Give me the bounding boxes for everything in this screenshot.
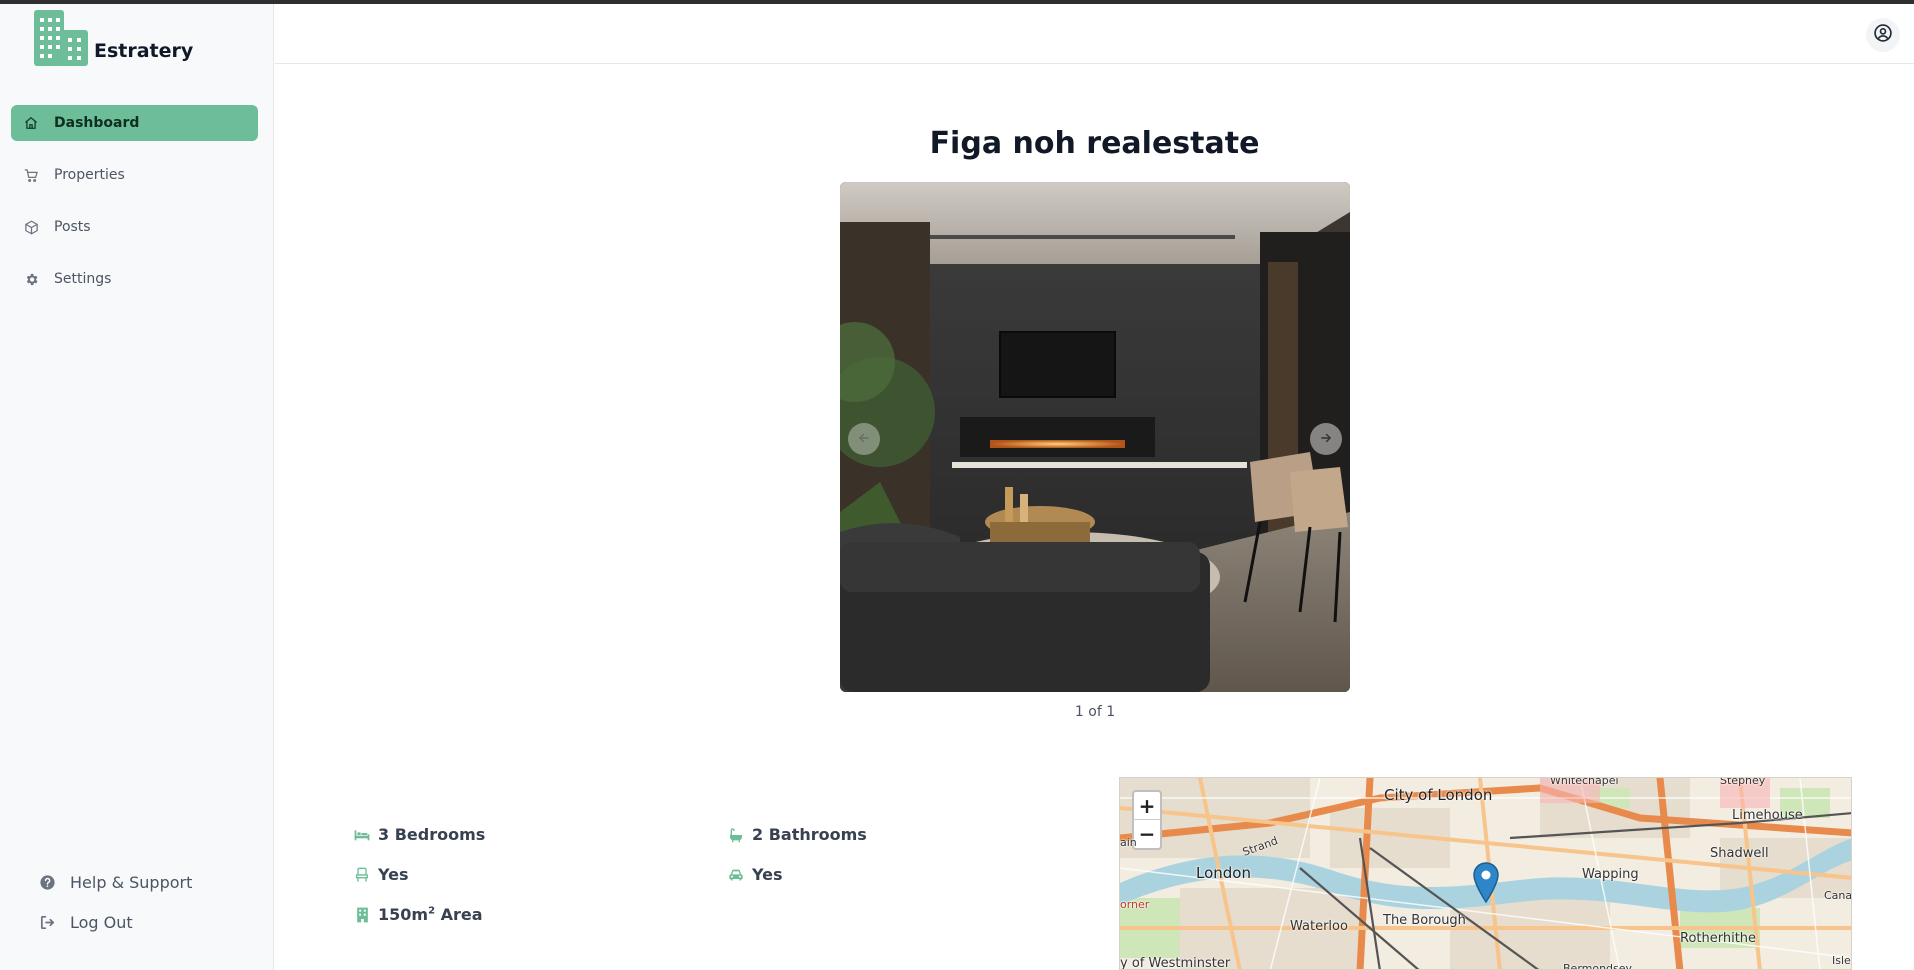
carousel-counter: 1 of 1 <box>1074 704 1116 720</box>
area-unit-sup: 2 <box>428 905 436 917</box>
parking-value: Yes <box>752 865 783 884</box>
map-label-rotherhithe: Rotherhithe <box>1680 931 1757 946</box>
building-logo-icon <box>34 10 88 66</box>
map-label-waterloo: Waterloo <box>1290 919 1348 934</box>
map-label-edge: ain <box>1120 836 1137 849</box>
bath-icon <box>728 827 744 843</box>
map-label-whitechapel: Whitechapel <box>1550 777 1619 787</box>
help-support-label: Help & Support <box>70 872 193 892</box>
map-label-city-of-london: City of London <box>1384 786 1493 804</box>
sidebar-item-label: Properties <box>54 167 125 183</box>
map-label-isle: Isle <box>1832 954 1851 967</box>
bedrooms-value: 3 Bedrooms <box>378 825 486 844</box>
sidebar-item-label: Settings <box>54 271 112 287</box>
feature-furnished: Yes <box>354 865 409 884</box>
map-label-stepney: Stepney <box>1720 777 1766 787</box>
main-nav: Dashboard Properties Posts Settings <box>11 105 258 313</box>
map-label-limehouse: Limehouse <box>1732 808 1803 823</box>
logout-icon <box>38 913 56 931</box>
map-marker-icon[interactable] <box>1472 862 1500 904</box>
bed-icon <box>354 827 370 843</box>
map-label-the-borough: The Borough <box>1383 913 1466 928</box>
property-title: Figa noh realestate <box>929 126 1260 161</box>
brand-name: Estratery <box>94 40 194 62</box>
user-account-button[interactable] <box>1866 18 1900 52</box>
zoom-out-button[interactable]: − <box>1134 820 1160 848</box>
map-label-westminster: y of Westminster <box>1120 956 1231 970</box>
feature-area: 150m2 Area <box>354 905 483 924</box>
sidebar-item-dashboard[interactable]: Dashboard <box>11 105 258 141</box>
arrow-right-icon <box>1319 430 1333 449</box>
sidebar-item-posts[interactable]: Posts <box>11 209 258 245</box>
top-header <box>275 4 1914 64</box>
bathrooms-value: 2 Bathrooms <box>752 825 867 844</box>
zoom-in-button[interactable]: + <box>1134 792 1160 820</box>
map-label-bermondsey: Bermondsey <box>1563 962 1633 970</box>
carousel-prev-button[interactable] <box>848 423 880 455</box>
sidebar-item-label: Posts <box>54 219 91 235</box>
property-location-map[interactable]: + − City of London London Waterloo The B… <box>1119 777 1852 970</box>
help-support-link[interactable]: Help & Support <box>38 870 192 894</box>
furnished-value: Yes <box>378 865 409 884</box>
sidebar-item-settings[interactable]: Settings <box>11 261 258 297</box>
user-circle-icon <box>1873 23 1893 47</box>
sidebar-item-label: Dashboard <box>54 115 140 131</box>
map-label-corner: orner <box>1120 898 1150 911</box>
logout-link[interactable]: Log Out <box>38 910 192 934</box>
home-icon <box>23 115 39 131</box>
help-icon <box>38 873 56 891</box>
area-value: 150m2 Area <box>378 905 483 924</box>
sidebar: Estratery Dashboard Properties Posts Set… <box>0 4 274 970</box>
building-icon <box>354 907 370 923</box>
sidebar-footer: Help & Support Log Out <box>38 870 192 950</box>
map-label-wapping: Wapping <box>1582 867 1639 882</box>
map-label-london: London <box>1196 864 1251 882</box>
map-label-shadwell: Shadwell <box>1710 846 1769 861</box>
carousel-next-button[interactable] <box>1310 423 1342 455</box>
property-image-carousel[interactable] <box>840 182 1350 692</box>
feature-bedrooms: 3 Bedrooms <box>354 825 485 844</box>
gear-icon <box>23 271 39 287</box>
logout-label: Log Out <box>70 912 133 932</box>
cart-icon <box>23 167 39 183</box>
arrow-left-icon <box>857 430 871 449</box>
chair-icon <box>354 867 370 883</box>
property-photo <box>840 182 1350 692</box>
feature-parking: Yes <box>728 865 783 884</box>
car-icon <box>728 867 744 883</box>
area-label: Area <box>435 905 483 924</box>
map-label-canary: Canar <box>1824 889 1852 902</box>
sidebar-item-properties[interactable]: Properties <box>11 157 258 193</box>
feature-bathrooms: 2 Bathrooms <box>728 825 867 844</box>
brand[interactable]: Estratery <box>34 8 193 66</box>
package-icon <box>23 219 39 235</box>
area-number: 150m <box>378 905 429 924</box>
